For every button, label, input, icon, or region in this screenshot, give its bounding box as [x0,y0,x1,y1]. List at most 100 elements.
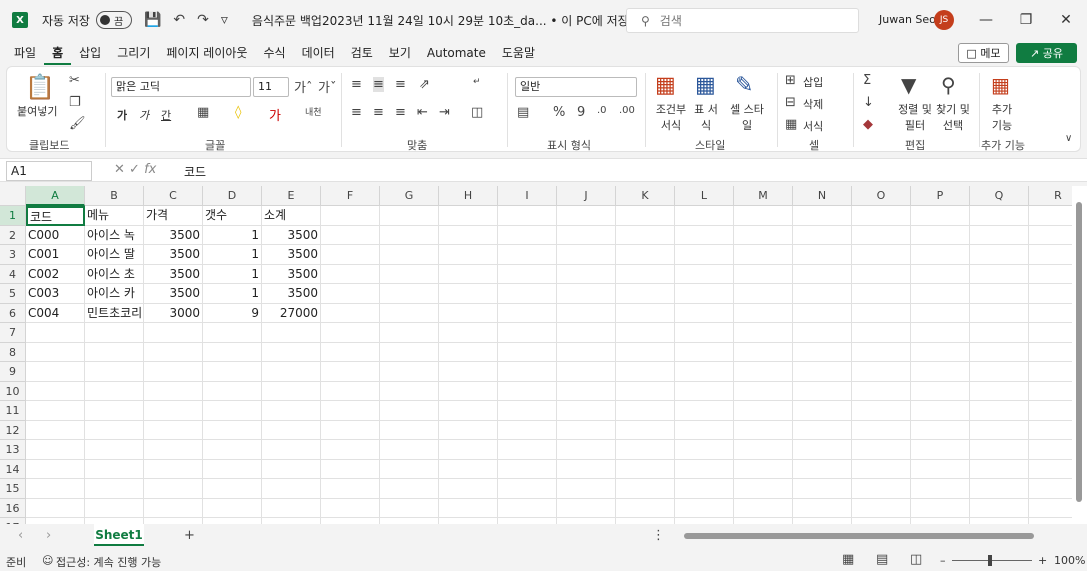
cell[interactable] [498,245,557,265]
cell[interactable] [144,420,203,440]
next-sheet-icon[interactable]: › [46,528,51,543]
cell[interactable] [144,459,203,479]
increase-indent-icon[interactable]: ⇥ [439,105,450,120]
cell[interactable] [85,401,144,421]
cell[interactable] [557,284,616,304]
cell[interactable] [321,245,380,265]
sheet-tab[interactable]: Sheet1 [94,524,144,546]
cell[interactable] [852,245,911,265]
cell[interactable] [793,342,852,362]
cell[interactable] [262,362,321,382]
cell[interactable] [321,440,380,460]
close-icon[interactable]: ✕ [1056,10,1076,30]
normal-view-icon[interactable]: ▦ [842,552,854,567]
user-name[interactable]: Juwan Seo [879,13,936,26]
align-right-icon[interactable]: ≡ [395,105,406,120]
conditional-format-label[interactable]: 조건부 서식 [653,101,689,133]
column-header[interactable]: C [144,186,203,206]
cell[interactable] [498,206,557,226]
cell[interactable] [498,284,557,304]
cell[interactable] [616,206,675,226]
column-header[interactable]: G [380,186,439,206]
cell[interactable] [557,225,616,245]
cell[interactable] [203,362,262,382]
cell[interactable]: C003 [26,284,85,304]
cell[interactable]: 9 [203,303,262,323]
cell[interactable] [616,459,675,479]
name-box[interactable]: A1 [6,161,92,181]
cell[interactable]: 3500 [144,225,203,245]
cell[interactable] [1029,265,1072,284]
accessibility-status[interactable]: 접근성: 계속 진행 가능 [56,554,161,570]
minimize-icon[interactable]: — [976,10,996,30]
cell[interactable] [970,459,1029,479]
cell[interactable] [734,362,793,382]
worksheet-grid[interactable]: A B C D E F G H I J K L M N O P Q R 1 코드 메뉴 가격 갯수 소계 2 C000 아이스 녹3… [0,186,1072,524]
cell[interactable] [675,342,734,362]
decrease-decimal-icon[interactable]: .00 [619,105,635,116]
row-header[interactable]: 5 [0,284,26,304]
cell[interactable] [793,362,852,382]
row-header[interactable]: 8 [0,342,26,362]
format-table-icon[interactable]: ▦ [695,73,716,98]
cell[interactable] [793,264,852,284]
cell[interactable] [734,342,793,362]
cell[interactable]: C004 [26,303,85,323]
cell[interactable] [793,381,852,401]
cell[interactable] [26,401,85,421]
cell[interactable] [911,440,970,460]
cell[interactable] [911,498,970,518]
cell[interactable] [734,264,793,284]
cell[interactable] [203,323,262,343]
undo-icon[interactable]: ↶ [173,12,185,28]
cell[interactable] [203,479,262,499]
cell[interactable] [262,381,321,401]
cell[interactable] [557,303,616,323]
cell[interactable] [793,284,852,304]
tab-1[interactable]: 홈 [44,41,72,65]
cell[interactable] [498,323,557,343]
cell[interactable] [321,420,380,440]
cell[interactable] [911,479,970,499]
cell[interactable] [1029,304,1072,323]
cell[interactable] [380,284,439,304]
cell[interactable] [498,342,557,362]
row-header[interactable]: 2 [0,225,26,245]
cell[interactable] [793,420,852,440]
cell[interactable] [203,440,262,460]
cell[interactable] [852,420,911,440]
cell[interactable] [911,284,970,304]
find-select-icon[interactable]: ⚲ [941,73,956,97]
cell[interactable] [616,440,675,460]
cell[interactable]: 아이스 카 [85,284,144,304]
cell[interactable] [616,303,675,323]
tab-2[interactable]: 삽입 [71,41,109,65]
cell[interactable] [1029,226,1072,245]
cell[interactable] [911,245,970,265]
cell[interactable] [1029,382,1072,401]
cell[interactable] [321,284,380,304]
memo-button[interactable]: □ 메모 [958,43,1009,63]
decrease-indent-icon[interactable]: ⇤ [417,105,428,120]
sort-filter-icon[interactable]: ▼ [901,73,916,97]
cell[interactable] [675,225,734,245]
cell[interactable] [734,440,793,460]
font-color-icon[interactable]: 가 [269,105,281,124]
cell[interactable] [439,303,498,323]
column-header[interactable]: B [85,186,144,206]
cell[interactable] [616,323,675,343]
cell[interactable] [675,401,734,421]
cell[interactable] [380,498,439,518]
cell[interactable] [911,225,970,245]
cell[interactable] [203,401,262,421]
cell[interactable]: 3500 [144,245,203,265]
column-header[interactable]: L [675,186,734,206]
cell[interactable]: 3500 [262,264,321,284]
cell[interactable] [144,479,203,499]
cell[interactable] [380,245,439,265]
format-cells-icon[interactable]: ▦ [785,117,797,132]
cell[interactable] [85,498,144,518]
cell[interactable]: 3500 [144,284,203,304]
cell[interactable] [970,498,1029,518]
border-icon[interactable]: ▦ [197,105,209,120]
